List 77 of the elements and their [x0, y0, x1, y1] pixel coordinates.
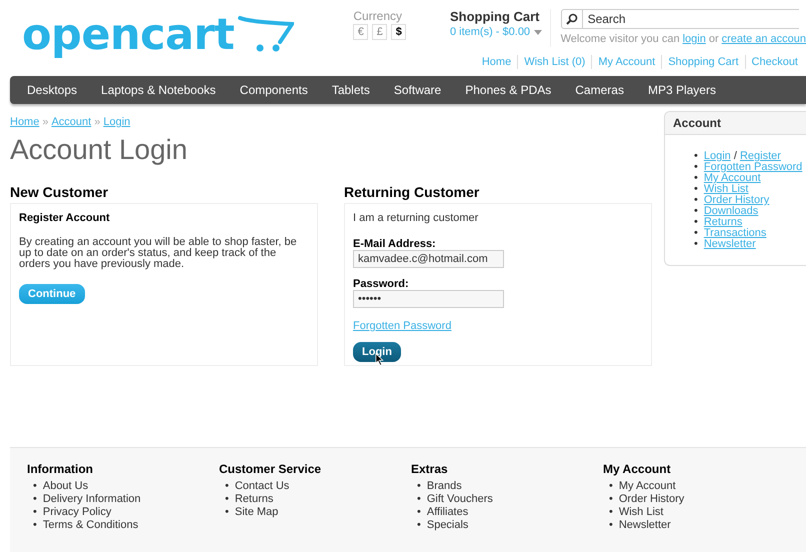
footer-heading: Customer Service: [219, 462, 322, 476]
intro-text: I am a returning customer: [353, 212, 480, 224]
currency-option[interactable]: €: [353, 24, 368, 40]
bullet: •: [609, 493, 613, 506]
bullet: •: [417, 506, 421, 519]
currency-option[interactable]: $: [391, 24, 406, 40]
cart-title: Shopping Cart: [450, 9, 541, 24]
footer-heading: Extras: [411, 462, 449, 476]
search-icon[interactable]: [566, 13, 578, 25]
footer-link[interactable]: Gift Vouchers: [426, 493, 493, 506]
bullet: •: [225, 493, 229, 506]
footer-link[interactable]: Specials: [426, 519, 468, 532]
footer-link[interactable]: About Us: [42, 480, 88, 493]
menu-item[interactable]: Components: [228, 83, 320, 97]
menu-item[interactable]: Desktops: [15, 83, 90, 97]
menu-item[interactable]: MP3 Players: [636, 83, 728, 97]
bullet: •: [33, 493, 37, 506]
footer-link[interactable]: Newsletter: [618, 519, 671, 532]
bullet: •: [609, 506, 613, 519]
caret-icon[interactable]: [534, 30, 542, 34]
footer-link[interactable]: Contact Us: [234, 480, 290, 493]
bullet: •: [694, 151, 698, 162]
menu-item[interactable]: Laptops & Notebooks: [89, 83, 228, 97]
search-button[interactable]: [560, 9, 583, 29]
footer-link[interactable]: Terms & Conditions: [42, 519, 138, 532]
bullet: •: [609, 519, 613, 532]
bullet: •: [694, 173, 698, 184]
breadcrumb-separator: »: [42, 116, 48, 128]
page-title: Account Login: [10, 134, 188, 166]
bullet: •: [225, 506, 229, 519]
welcome-text: Welcome visitor you can: [560, 33, 680, 45]
bullet: •: [417, 493, 421, 506]
bullet: •: [417, 519, 421, 532]
bullet: •: [417, 480, 421, 493]
footer-link[interactable]: Site Map: [234, 506, 278, 519]
footer-heading: My Account: [603, 462, 672, 476]
password-field[interactable]: ••••••: [353, 290, 504, 308]
panel-subheading: Register Account: [19, 212, 111, 224]
sidebar-title: Account: [665, 112, 806, 135]
footer-link[interactable]: Wish List: [618, 506, 664, 519]
menu-item[interactable]: Software: [382, 83, 454, 97]
menu-item[interactable]: Phones & PDAs: [453, 83, 564, 97]
bullet: •: [694, 162, 698, 173]
login-button[interactable]: Login: [353, 342, 401, 362]
currency-label: Currency: [353, 9, 404, 23]
footer-link[interactable]: Order History: [618, 493, 684, 506]
link-separator: /: [734, 150, 737, 162]
bullet: •: [33, 519, 37, 532]
footer-heading: Information: [27, 462, 94, 476]
password-label: Password:: [353, 278, 410, 290]
footer-link[interactable]: Delivery Information: [42, 493, 141, 506]
menu-item[interactable]: Tablets: [320, 83, 382, 97]
breadcrumb-separator: »: [94, 116, 100, 128]
footer-link[interactable]: My Account: [618, 480, 676, 493]
or-text: or: [708, 33, 719, 45]
menu-item[interactable]: Cameras: [563, 83, 636, 97]
footer-link[interactable]: Brands: [426, 480, 462, 493]
currency-option[interactable]: £: [372, 24, 388, 40]
section-heading: Returning Customer: [344, 184, 480, 200]
email-field[interactable]: kamvadee.c@hotmail.com: [353, 250, 504, 268]
bullet: •: [609, 480, 613, 493]
bullet: •: [694, 228, 698, 239]
search-field[interactable]: Search: [582, 9, 799, 29]
bullet: •: [694, 217, 698, 228]
footer-link[interactable]: Affiliates: [426, 506, 468, 519]
bullet: •: [694, 184, 698, 195]
register-description: By creating an account you will be able to shop faster, be up to date on an order's status, and keep track of the orders you have previously made.: [19, 237, 298, 270]
bullet: •: [225, 480, 229, 493]
bullet: •: [33, 506, 37, 519]
section-heading: New Customer: [10, 184, 110, 200]
email-label: E-Mail Address:: [353, 238, 437, 250]
footer-link[interactable]: Returns: [234, 493, 274, 506]
bullet: •: [694, 239, 698, 250]
bullet: •: [694, 206, 698, 217]
footer-link[interactable]: Privacy Policy: [42, 506, 112, 519]
bullet: •: [33, 480, 37, 493]
bullet: •: [694, 195, 698, 206]
